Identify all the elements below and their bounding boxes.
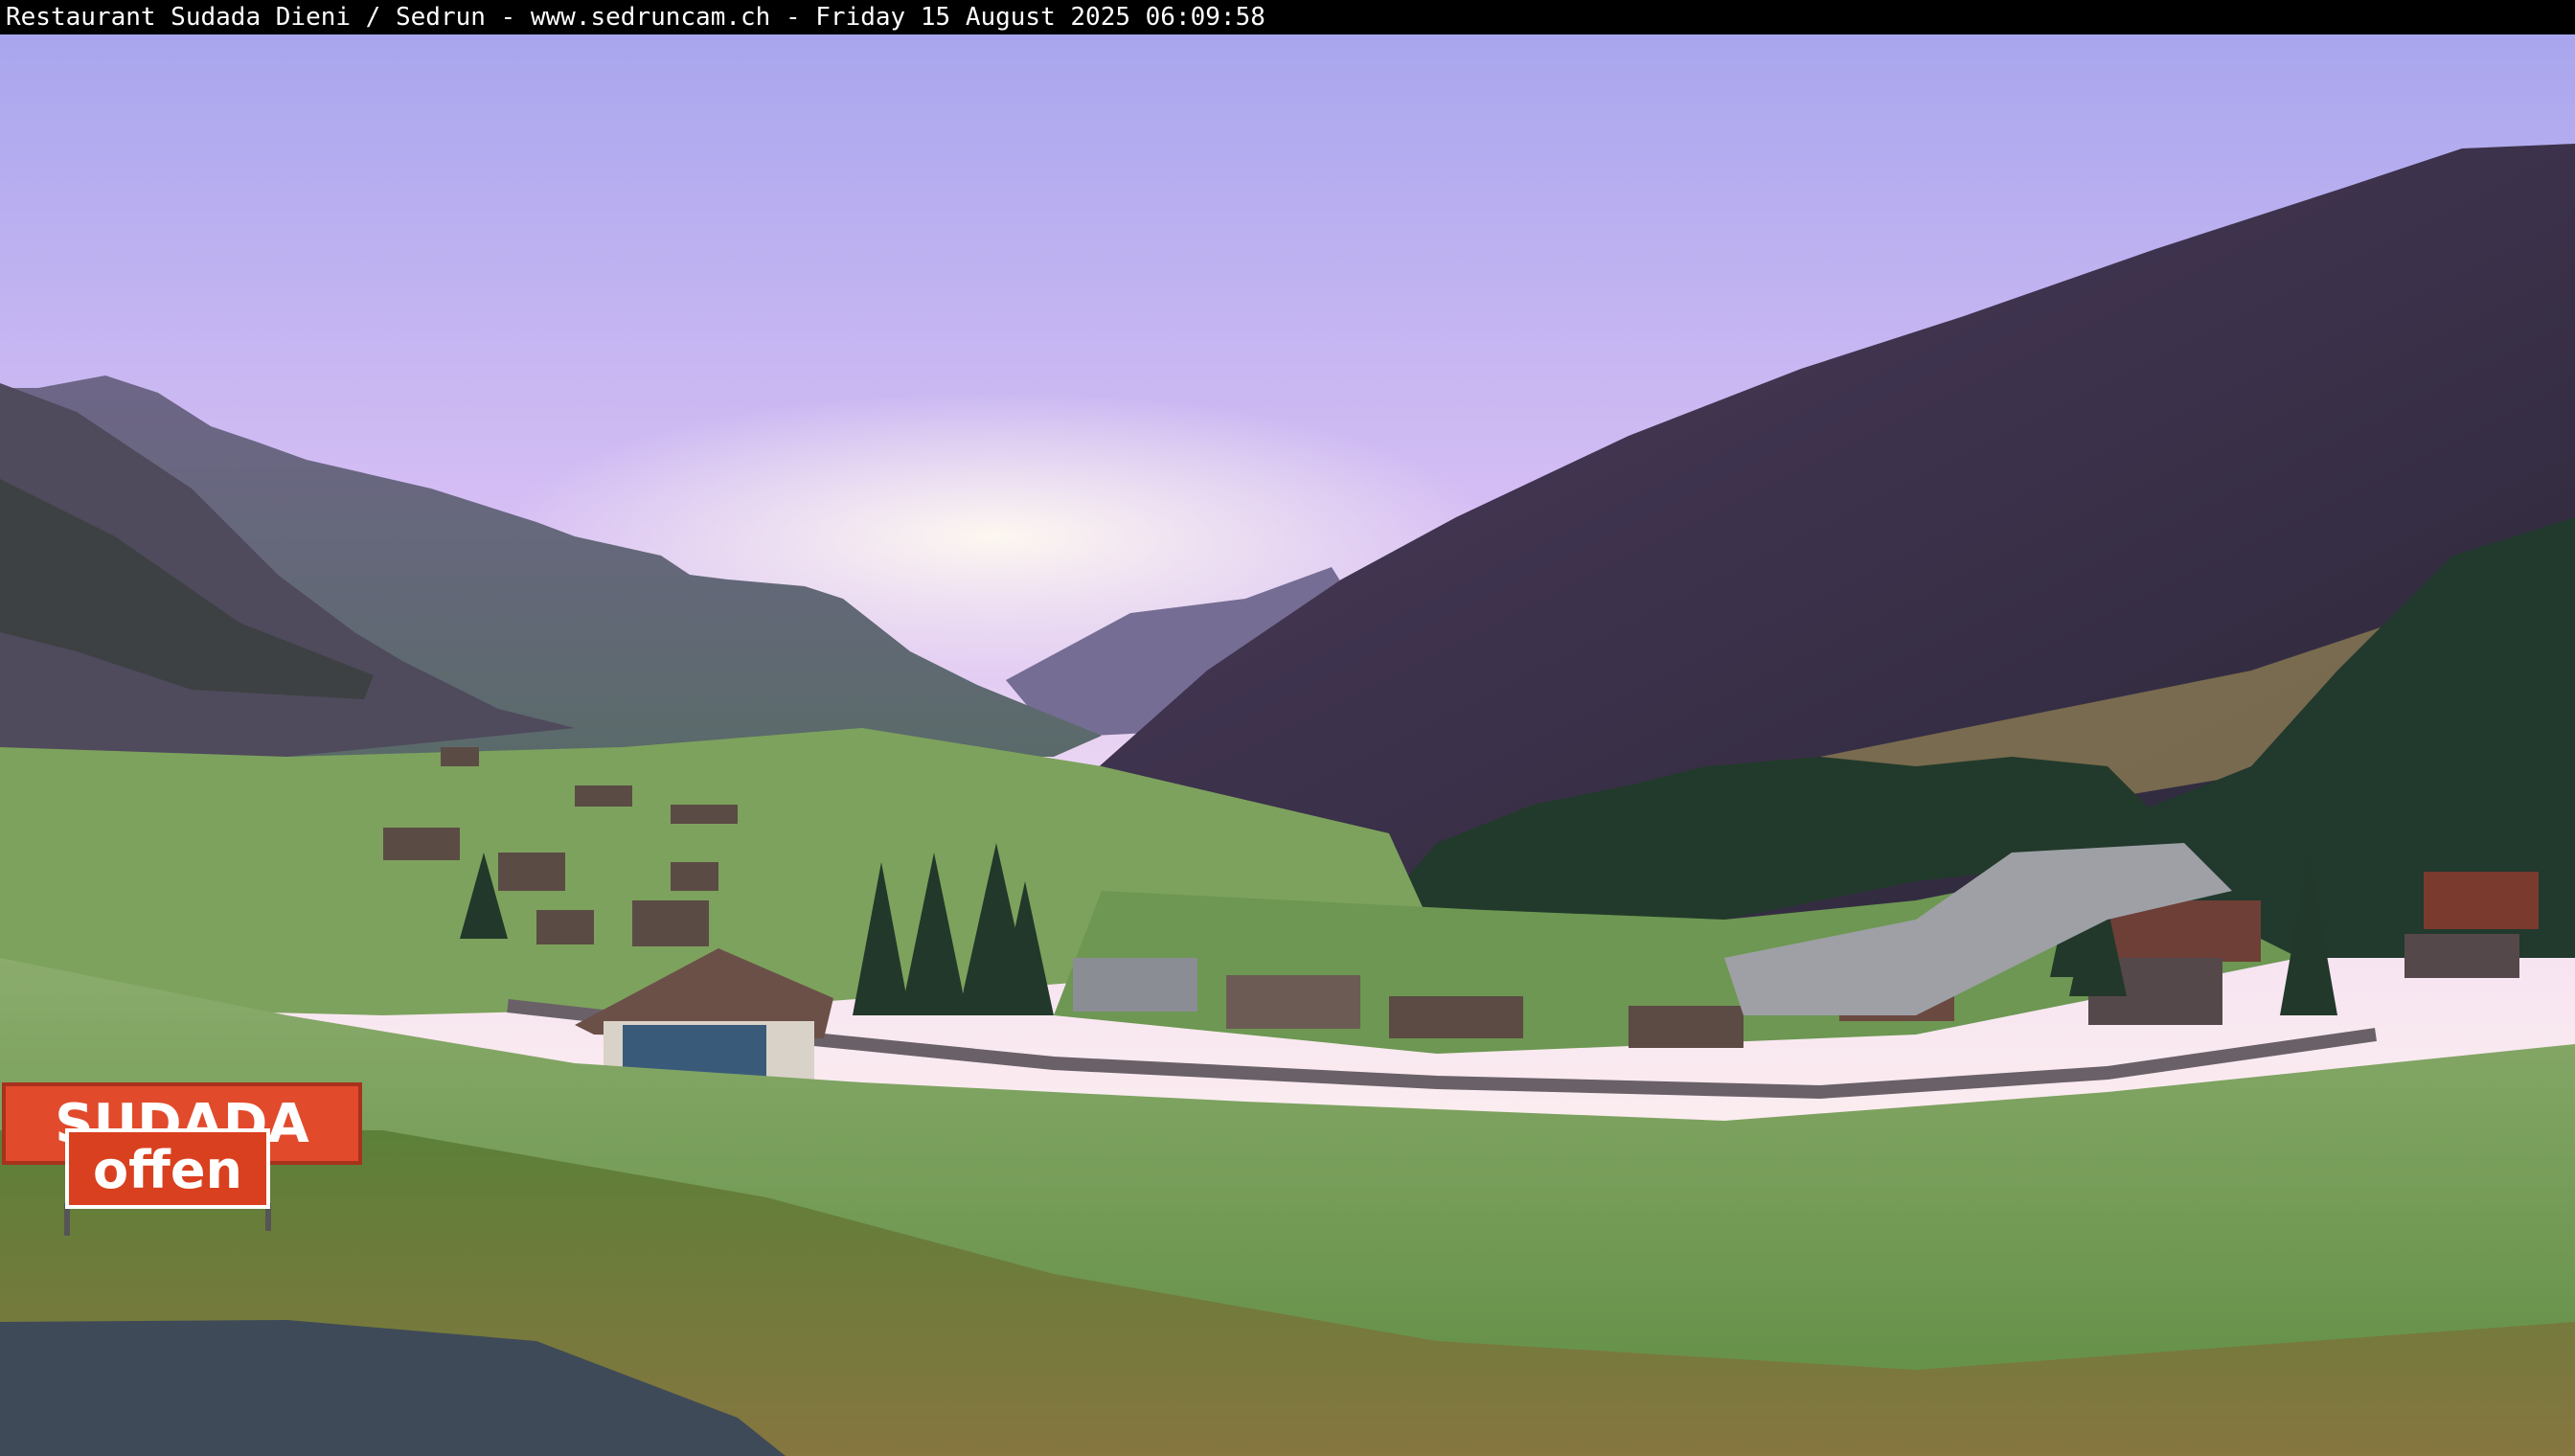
offen-sign-text: offen (93, 1140, 242, 1200)
webcam-frame: Restaurant Sudada Dieni / Sedrun - www.s… (0, 0, 2575, 1456)
landscape-scene: SUDADA offen (0, 34, 2575, 1456)
caption-bar: Restaurant Sudada Dieni / Sedrun - www.s… (0, 0, 2575, 34)
caption-text: Restaurant Sudada Dieni / Sedrun - www.s… (6, 3, 1265, 32)
